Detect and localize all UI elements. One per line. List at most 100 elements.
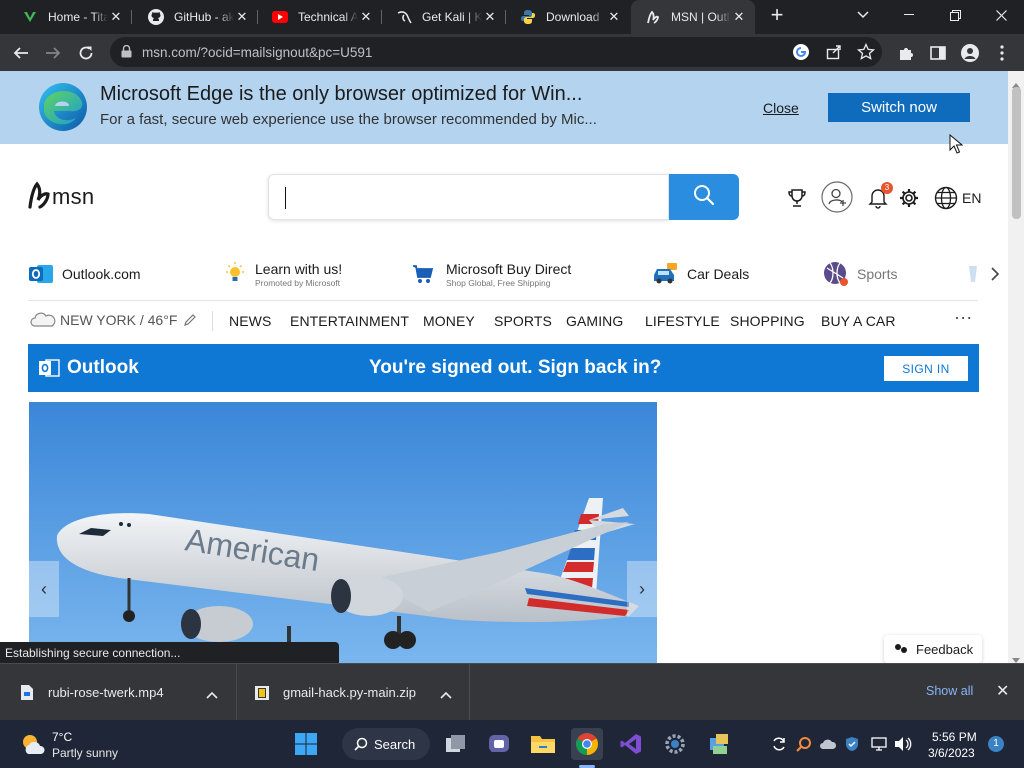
msn-icon <box>645 9 661 25</box>
chrome-taskbar-icon[interactable] <box>571 728 603 760</box>
weather-description[interactable]: Partly sunny <box>52 746 118 760</box>
tab-title: GitHub - ak <box>174 10 234 24</box>
edge-banner-close-link[interactable]: Close <box>763 100 799 116</box>
carousel-next-button[interactable]: › <box>627 561 657 617</box>
quick-links-next-chevron-icon[interactable] <box>990 266 1000 287</box>
nav-lifestyle[interactable]: LIFESTYLE <box>645 313 720 329</box>
nav-buy-a-car[interactable]: BUY A CAR <box>821 313 896 329</box>
control-panel-icon[interactable] <box>703 728 735 760</box>
download-item[interactable]: rubi-rose-twerk.mp4 <box>20 664 164 721</box>
msn-search-input[interactable] <box>268 174 669 220</box>
close-tab-icon[interactable]: ✕ <box>358 9 374 25</box>
forward-button[interactable] <box>41 41 65 65</box>
partly-sunny-weather-icon[interactable] <box>20 732 46 761</box>
settings-gear-icon[interactable] <box>899 188 919 213</box>
quick-link-sports[interactable]: Sports <box>822 254 897 294</box>
download-options-chevron-icon[interactable] <box>440 686 452 704</box>
tab-github[interactable]: GitHub - ak ✕ <box>134 0 258 34</box>
scrollbar-thumb[interactable] <box>1012 87 1021 219</box>
taskbar-search-button[interactable]: Search <box>342 728 430 760</box>
nav-news[interactable]: NEWS <box>229 313 271 329</box>
tab-search-chevron-icon[interactable] <box>840 0 886 30</box>
sign-in-avatar-icon[interactable] <box>821 181 853 218</box>
sync-tray-icon[interactable] <box>769 734 789 754</box>
close-window-button[interactable] <box>978 0 1024 30</box>
download-options-chevron-icon[interactable] <box>206 686 218 704</box>
language-globe-icon[interactable] <box>934 186 958 215</box>
download-item[interactable]: gmail-hack.py-main.zip <box>254 664 416 721</box>
reload-button[interactable] <box>74 41 98 65</box>
google-lens-icon[interactable] <box>792 43 810 66</box>
quick-link-car-deals[interactable]: Car Deals <box>651 254 749 294</box>
onedrive-cloud-tray-icon[interactable] <box>818 734 838 754</box>
minimize-button[interactable] <box>886 0 932 30</box>
back-button[interactable] <box>9 41 33 65</box>
msn-logo[interactable]: msn <box>52 184 94 210</box>
address-bar[interactable]: msn.com/?ocid=mailsignout&pc=U591 <box>110 37 882 67</box>
share-icon[interactable] <box>825 43 843 66</box>
language-label[interactable]: EN <box>962 190 981 206</box>
feedback-icon <box>894 643 908 655</box>
clock-time[interactable]: 5:56 PM <box>932 730 977 744</box>
tab-kali[interactable]: Get Kali | K ✕ <box>382 0 506 34</box>
close-tab-icon[interactable]: ✕ <box>731 9 747 25</box>
msn-search-button[interactable] <box>669 174 739 220</box>
search-magnifier-tray-icon[interactable] <box>794 734 814 754</box>
quick-link-buy-direct[interactable]: Microsoft Buy Direct Shop Global, Free S… <box>412 254 571 294</box>
new-tab-button[interactable]: + <box>762 0 792 30</box>
nav-money[interactable]: MONEY <box>423 313 475 329</box>
close-downloads-bar-icon[interactable]: ✕ <box>996 681 1009 701</box>
volume-speaker-icon[interactable] <box>893 734 913 754</box>
weather-temperature[interactable]: 7°C <box>52 730 72 744</box>
mouse-cursor-icon <box>949 133 964 159</box>
nav-shopping[interactable]: SHOPPING <box>730 313 805 329</box>
nav-entertainment[interactable]: ENTERTAINMENT <box>290 313 409 329</box>
edge-logo-icon <box>38 82 88 137</box>
windows-start-icon[interactable] <box>290 728 322 760</box>
quick-link-learn[interactable]: Learn with us! Promoted by Microsoft <box>223 254 342 294</box>
hero-news-image[interactable]: American ‹ › <box>29 402 657 663</box>
nav-divider <box>28 300 978 301</box>
teams-chat-icon[interactable] <box>483 728 515 760</box>
clock-date[interactable]: 3/6/2023 <box>928 746 975 760</box>
rewards-trophy-icon[interactable] <box>786 187 808 214</box>
tab-strip: Home - Tita ✕ GitHub - ak ✕ Technical A … <box>0 0 1024 34</box>
display-tray-icon[interactable] <box>869 734 889 754</box>
weather-location[interactable]: NEW YORK / 46°F <box>30 312 197 328</box>
bookmark-star-icon[interactable] <box>856 42 876 66</box>
notification-center-badge[interactable]: 1 <box>988 736 1004 752</box>
page-scrollbar[interactable] <box>1008 71 1024 663</box>
downloads-bar: rubi-rose-twerk.mp4 gmail-hack.py-main.z… <box>0 663 1024 721</box>
sign-in-button[interactable]: SIGN IN <box>884 356 968 381</box>
show-all-downloads-link[interactable]: Show all <box>926 684 973 698</box>
close-tab-icon[interactable]: ✕ <box>482 9 498 25</box>
browser-menu-icon[interactable] <box>990 41 1014 65</box>
side-panel-icon[interactable] <box>926 41 950 65</box>
carousel-prev-button[interactable]: ‹ <box>29 561 59 617</box>
nav-sports[interactable]: SPORTS <box>494 313 552 329</box>
extensions-puzzle-icon[interactable] <box>894 41 918 65</box>
profile-avatar-icon[interactable] <box>958 41 982 65</box>
lock-icon[interactable] <box>121 44 132 63</box>
tab-youtube[interactable]: Technical A ✕ <box>258 0 382 34</box>
nav-gaming[interactable]: GAMING <box>566 313 623 329</box>
visual-studio-icon[interactable] <box>615 728 647 760</box>
settings-app-icon[interactable] <box>659 728 691 760</box>
tab-msn[interactable]: MSN | Outl ✕ <box>631 0 755 34</box>
security-shield-tray-icon[interactable] <box>842 734 862 754</box>
tab-titan[interactable]: Home - Tita ✕ <box>8 0 132 34</box>
file-explorer-icon[interactable] <box>527 728 559 760</box>
switch-now-button[interactable]: Switch now <box>828 93 970 122</box>
quick-link-outlook[interactable]: Outlook.com <box>28 254 141 294</box>
close-tab-icon[interactable]: ✕ <box>108 9 124 25</box>
restore-button[interactable] <box>932 0 978 30</box>
close-tab-icon[interactable]: ✕ <box>234 9 250 25</box>
tab-python[interactable]: Download ✕ <box>506 0 630 34</box>
feedback-button[interactable]: Feedback <box>884 635 982 663</box>
msn-butterfly-icon[interactable] <box>28 181 50 214</box>
nav-more-button[interactable]: ··· <box>954 307 972 328</box>
edit-pencil-icon[interactable] <box>183 313 197 327</box>
task-view-icon[interactable] <box>440 728 472 760</box>
lightbulb-icon <box>223 261 247 287</box>
close-tab-icon[interactable]: ✕ <box>606 9 622 25</box>
